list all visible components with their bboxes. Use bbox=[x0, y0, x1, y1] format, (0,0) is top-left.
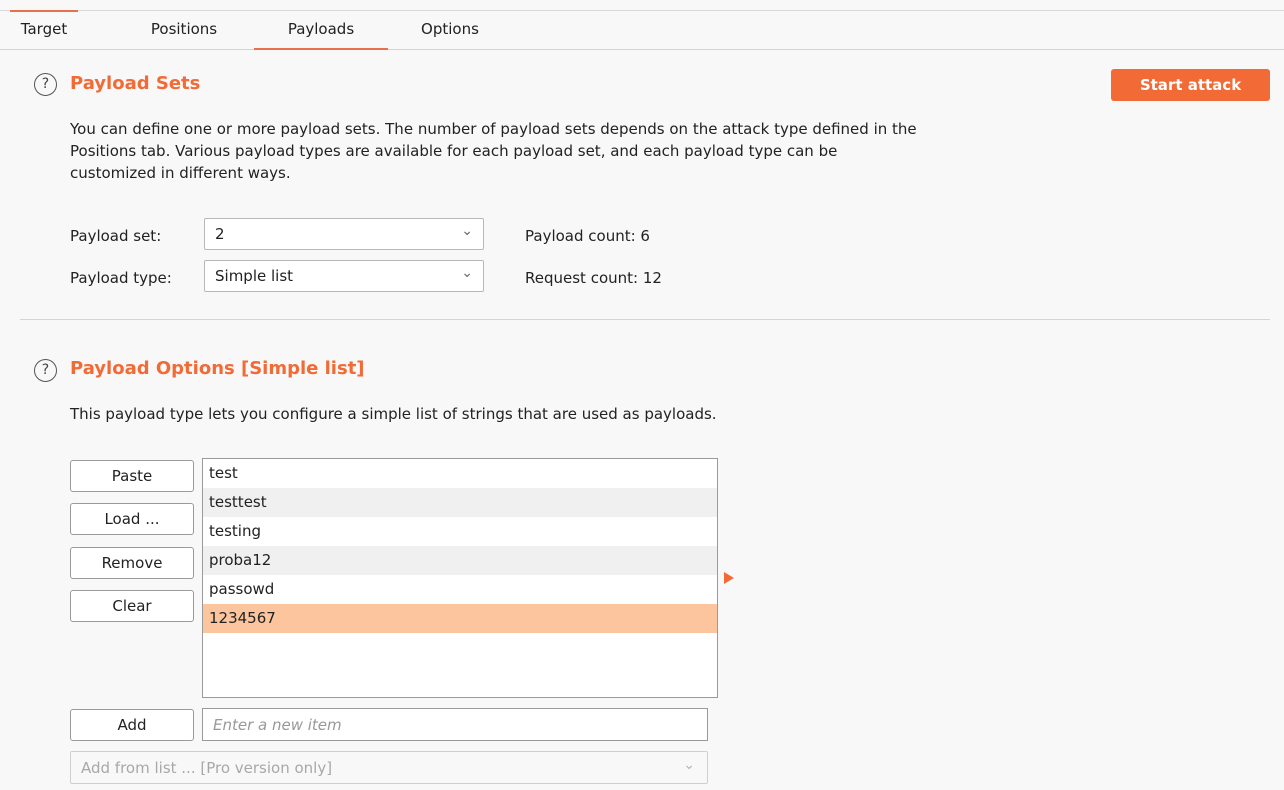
start-attack-button[interactable]: Start attack bbox=[1111, 69, 1270, 101]
payload-set-select[interactable]: 2 ⌄ bbox=[204, 218, 484, 250]
payload-type-value: Simple list bbox=[215, 267, 294, 285]
list-item-selected[interactable]: 1234567 bbox=[203, 604, 717, 633]
section-divider bbox=[20, 319, 1270, 320]
clear-button[interactable]: Clear bbox=[70, 590, 194, 622]
list-item[interactable]: test bbox=[203, 459, 717, 488]
payload-set-value: 2 bbox=[215, 225, 225, 243]
tab-target[interactable]: Target bbox=[10, 20, 78, 50]
tab-payloads[interactable]: Payloads bbox=[254, 20, 388, 50]
payload-options-title: Payload Options [Simple list] bbox=[70, 358, 365, 379]
tab-options[interactable]: Options bbox=[402, 20, 498, 50]
payload-type-label: Payload type: bbox=[70, 269, 172, 287]
payload-count: Payload count: 6 bbox=[525, 227, 650, 245]
add-from-list-value: Add from list ... [Pro version only] bbox=[81, 759, 333, 777]
chevron-down-icon: ⌄ bbox=[461, 223, 473, 239]
list-item[interactable]: proba12 bbox=[203, 546, 717, 575]
payload-options-help-icon[interactable]: ? bbox=[34, 359, 57, 382]
payload-set-label: Payload set: bbox=[70, 227, 162, 245]
top-border bbox=[0, 10, 1284, 11]
payload-sets-help-icon[interactable]: ? bbox=[34, 73, 57, 96]
payload-sets-description: You can define one or more payload sets.… bbox=[70, 118, 1250, 184]
description-line: Positions tab. Various payload types are… bbox=[70, 142, 838, 160]
tab-bar: Target Positions Payloads Options bbox=[0, 12, 1284, 50]
payload-list[interactable]: test testtest testing proba12 passowd 12… bbox=[202, 458, 718, 698]
description-line: You can define one or more payload sets.… bbox=[70, 120, 917, 138]
remove-button[interactable]: Remove bbox=[70, 547, 194, 579]
request-count: Request count: 12 bbox=[525, 269, 662, 287]
chevron-down-icon: ⌄ bbox=[461, 265, 473, 281]
chevron-down-icon: ⌄ bbox=[683, 757, 695, 773]
new-item-input[interactable] bbox=[202, 708, 708, 741]
tab-positions[interactable]: Positions bbox=[128, 20, 240, 50]
list-item[interactable]: testtest bbox=[203, 488, 717, 517]
payload-options-description: This payload type lets you configure a s… bbox=[70, 405, 717, 423]
list-item[interactable]: passowd bbox=[203, 575, 717, 604]
paste-button[interactable]: Paste bbox=[70, 460, 194, 492]
triangle-right-icon[interactable] bbox=[724, 572, 734, 584]
payload-type-select[interactable]: Simple list ⌄ bbox=[204, 260, 484, 292]
add-button[interactable]: Add bbox=[70, 709, 194, 741]
add-from-list-select[interactable]: Add from list ... [Pro version only] ⌄ bbox=[70, 751, 708, 784]
list-item[interactable]: testing bbox=[203, 517, 717, 546]
load-button[interactable]: Load ... bbox=[70, 503, 194, 535]
payload-sets-title: Payload Sets bbox=[70, 73, 201, 94]
description-line: customized in different ways. bbox=[70, 164, 291, 182]
